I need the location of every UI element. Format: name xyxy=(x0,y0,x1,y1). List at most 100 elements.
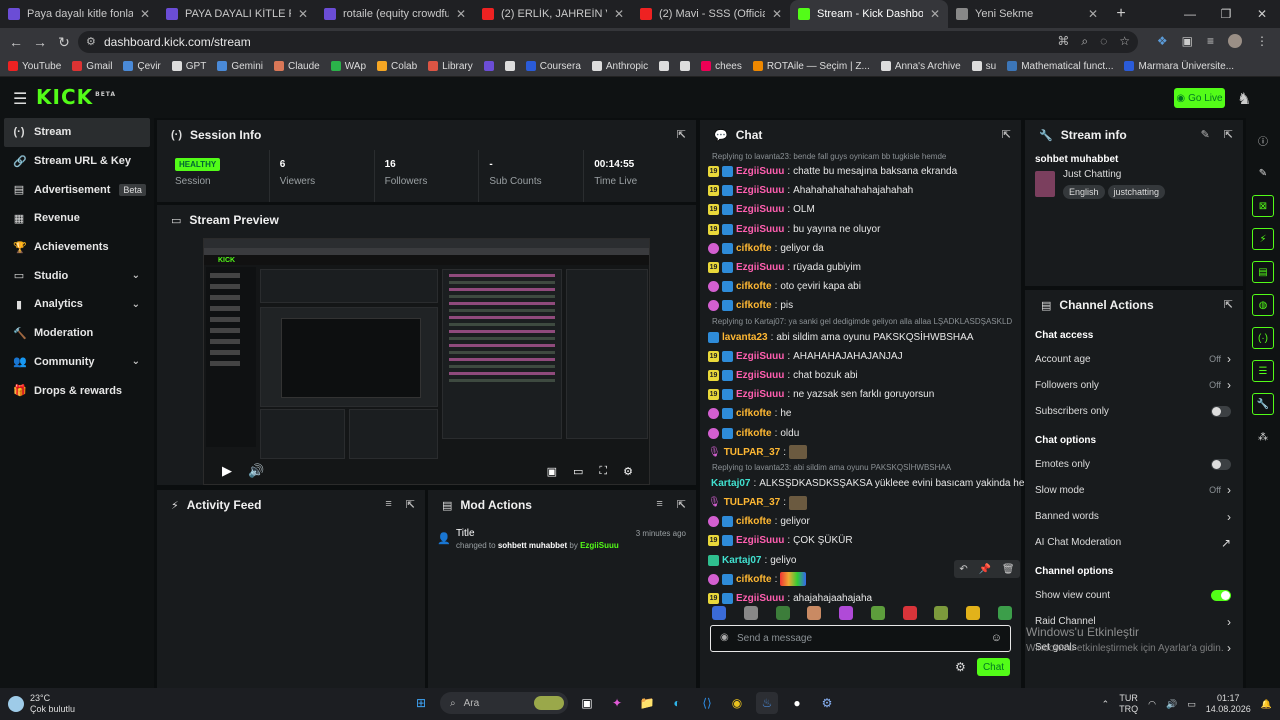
chat-username[interactable]: cifkofte xyxy=(736,428,772,439)
site-info-icon[interactable]: ⚙ xyxy=(86,35,96,48)
url-field[interactable]: ⚙ dashboard.kick.com/stream ⌘ ⌕ ◌ ☆ xyxy=(78,31,1138,53)
browser-tab[interactable]: PAYA DAYALI KİTLE FONLAMASI ✕ xyxy=(158,0,316,28)
sidebar-item-community[interactable]: 👥 Community ⌄ xyxy=(0,348,154,377)
bookmark-item[interactable] xyxy=(680,61,691,71)
pin-icon[interactable]: 📌 xyxy=(979,564,991,575)
chrome-icon[interactable]: ◉ xyxy=(726,692,748,714)
eye-off-icon[interactable]: ◌ xyxy=(1100,34,1107,49)
browser-tab[interactable]: rotaile (equity crowdfunding) ✕ xyxy=(316,0,474,28)
emote-shortcut[interactable] xyxy=(807,606,822,620)
bookmark-item[interactable]: Marmara Üniversite... xyxy=(1124,61,1234,72)
info-icon[interactable]: ⓘ xyxy=(1252,129,1274,151)
bookmark-item[interactable] xyxy=(483,61,494,71)
tab-close-icon[interactable]: ✕ xyxy=(140,7,150,21)
toggle-switch[interactable] xyxy=(1211,589,1231,601)
emote-shortcut[interactable] xyxy=(743,606,758,620)
wifi-icon[interactable]: ◠ xyxy=(1148,699,1156,710)
bookmark-item[interactable]: Gemini xyxy=(217,61,263,72)
emote-shortcut[interactable] xyxy=(712,606,726,620)
popout-icon[interactable]: ⇱ xyxy=(1002,128,1011,141)
volume-icon[interactable]: 🔊 xyxy=(248,463,264,479)
bookmark-item[interactable]: Gmail xyxy=(72,61,112,72)
chat-message[interactable]: 19 EzgiiSuuu: rüyada gubiyim xyxy=(708,258,1013,277)
tray-chevron-icon[interactable]: ⌃ xyxy=(1102,699,1110,710)
emoji-icon[interactable]: ☺ xyxy=(991,632,1002,644)
bookmark-item[interactable]: YouTube xyxy=(8,61,61,72)
minimize-icon[interactable]: — xyxy=(1172,0,1208,28)
setting-row-slow-mode[interactable]: Slow mode Off › xyxy=(1025,477,1243,503)
chat-username[interactable]: EzgiiSuuu xyxy=(736,370,784,381)
fullscreen-icon[interactable]: ⛶ xyxy=(599,465,607,478)
chat-username[interactable]: Kartaj07 xyxy=(711,478,750,489)
chat-username[interactable]: TULPAR_37 xyxy=(724,447,781,458)
popout-icon[interactable]: ⇱ xyxy=(1224,128,1233,141)
chat-message[interactable]: cifkofte: geliyor xyxy=(708,512,1013,531)
settings-gear-icon[interactable]: ⚙ xyxy=(623,465,633,478)
chevron-right-icon[interactable]: › xyxy=(1227,378,1231,392)
reply-icon[interactable]: ↶ xyxy=(959,564,967,575)
chevron-down-icon[interactable]: ⌄ xyxy=(132,299,140,310)
stream-tag[interactable]: English xyxy=(1063,185,1105,199)
setting-row-emotes-only[interactable]: Emotes only xyxy=(1025,451,1243,477)
stream-tag[interactable]: justchatting xyxy=(1107,185,1166,199)
chat-username[interactable]: TULPAR_37 xyxy=(724,497,781,508)
chat-username[interactable]: EzgiiSuuu xyxy=(736,185,784,196)
extensions-puzzle-icon[interactable]: ▣ xyxy=(1182,34,1193,48)
bookmark-item[interactable]: GPT xyxy=(171,61,206,72)
task-view-icon[interactable]: ▣ xyxy=(576,692,598,714)
sidebar-item-studio[interactable]: ▭ Studio ⌄ xyxy=(0,261,154,290)
taskbar-search[interactable]: ⌕ Ara xyxy=(440,692,568,714)
sidebar-item-moderation[interactable]: 🔨 Moderation xyxy=(0,319,154,348)
close-window-icon[interactable]: ✕ xyxy=(1244,0,1280,28)
pencil-icon[interactable]: ✎ xyxy=(1252,162,1274,184)
filter-icon[interactable]: ≡ xyxy=(385,498,391,511)
setting-row-show-view-count[interactable]: Show view count xyxy=(1025,582,1243,608)
tab-close-icon[interactable]: ✕ xyxy=(930,7,940,21)
chat-username[interactable]: cifkofte xyxy=(736,300,772,311)
chat-message[interactable]: 19 EzgiiSuuu: bu yayına ne oluyor xyxy=(708,220,1013,239)
chat-username[interactable]: EzgiiSuuu xyxy=(736,351,784,362)
emote-shortcut[interactable] xyxy=(902,606,917,620)
theater-icon[interactable]: ▭ xyxy=(573,465,583,478)
chat-message[interactable]: 19 EzgiiSuuu: ne yazsak sen farklı goruyor… xyxy=(708,385,1013,404)
hamburger-menu-icon[interactable]: ☰ xyxy=(13,89,27,109)
translate-icon[interactable]: ⌘ xyxy=(1057,34,1069,49)
chat-username[interactable]: EzgiiSuuu xyxy=(736,204,784,215)
sidebar-item-analytics[interactable]: ▮ Analytics ⌄ xyxy=(0,290,154,319)
bookmark-item[interactable]: ROTAile — Seçim | Z... xyxy=(752,61,870,72)
chevron-right-icon[interactable]: › xyxy=(1227,615,1231,629)
file-explorer-icon[interactable]: 📁 xyxy=(636,692,658,714)
community-icon[interactable]: ⁂ xyxy=(1252,426,1274,448)
chat-message[interactable]: 19 EzgiiSuuu: AHAHAHAJAHAJANJAJ xyxy=(708,347,1013,366)
settings-app-icon[interactable]: ⚙ xyxy=(816,692,838,714)
bookmark-item[interactable] xyxy=(504,61,515,71)
browser-tab[interactable]: Stream - Kick Dashboard ✕ xyxy=(790,0,948,28)
browser-tab[interactable]: (2) Mavi - SSS (Official Music V ✕ xyxy=(632,0,790,28)
maximize-icon[interactable]: ❐ xyxy=(1208,0,1244,28)
chat-username[interactable]: cifkofte xyxy=(736,281,772,292)
bolt-tool-icon[interactable]: ⚡ xyxy=(1252,228,1274,250)
emote-shortcut[interactable] xyxy=(839,606,854,620)
chat-username[interactable]: cifkofte xyxy=(736,574,772,585)
trash-icon[interactable]: 🗑 xyxy=(1002,564,1015,575)
chat-message[interactable]: lavanta23: abi sildim ama oyunu PAKSKQSİH… xyxy=(708,328,1013,347)
vscode-icon[interactable]: ⟨⟩ xyxy=(696,692,718,714)
bookmark-item[interactable]: Anthropic xyxy=(591,61,648,72)
bookmark-item[interactable]: su xyxy=(971,61,996,72)
chat-message[interactable]: cifkofte: pis xyxy=(708,296,1013,315)
back-icon[interactable]: ← xyxy=(4,34,28,50)
setting-row-followers-only[interactable]: Followers only Off › xyxy=(1025,372,1243,398)
chat-username[interactable]: cifkofte xyxy=(736,243,772,254)
popout-icon[interactable]: ⇱ xyxy=(1224,298,1233,311)
popout-icon[interactable]: ⇱ xyxy=(406,498,415,511)
obs-icon[interactable]: ● xyxy=(786,692,808,714)
sidebar-item-advertisement[interactable]: ▤ Advertisement Beta xyxy=(0,175,154,204)
wrench-tool-icon[interactable]: 🔧 xyxy=(1252,393,1274,415)
chat-message[interactable]: cifkofte: he xyxy=(708,404,1013,423)
emote-shortcut[interactable] xyxy=(775,606,790,620)
emote-shortcut[interactable] xyxy=(966,606,981,620)
windows-start-icon[interactable]: ⊞ xyxy=(410,692,432,714)
chat-settings-icon[interactable]: ⚙ xyxy=(955,660,966,674)
browser-tab[interactable]: Yeni Sekme ✕ xyxy=(948,0,1106,28)
chat-username[interactable]: EzgiiSuuu xyxy=(736,535,784,546)
